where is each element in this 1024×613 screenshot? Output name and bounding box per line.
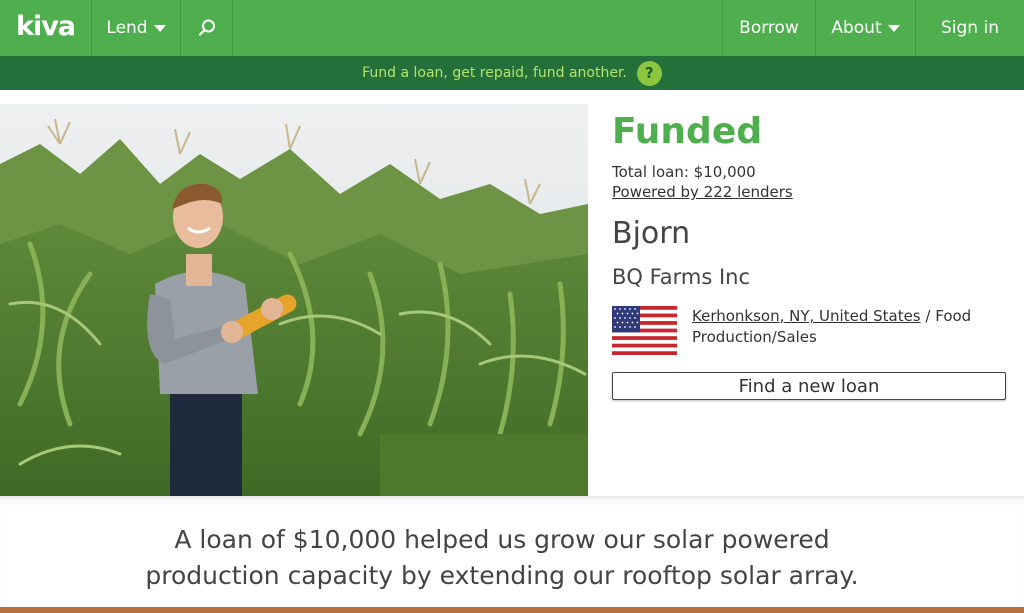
sign-in-link[interactable]: Sign in <box>916 0 1024 56</box>
location-sector: Kerhonkson, NY, United States / Food Pro… <box>692 306 971 348</box>
location-row: Kerhonkson, NY, United States / Food Pro… <box>612 306 1007 355</box>
total-loan: Total loan: $10,000 <box>612 163 756 181</box>
lend-label: Lend <box>106 18 148 38</box>
location-link[interactable]: Kerhonkson, NY, United States <box>692 307 921 325</box>
about-menu-button[interactable]: About <box>816 0 916 56</box>
banner-text: Fund a loan, get repaid, fund another. <box>362 65 627 81</box>
sector-text-line2: Production/Sales <box>692 328 817 346</box>
borrower-photo <box>0 104 588 496</box>
kiva-logo[interactable]: kiva <box>0 0 92 56</box>
us-flag-icon <box>612 306 677 355</box>
business-name: BQ Farms Inc <box>612 265 751 289</box>
borrower-name: Bjorn <box>612 216 691 251</box>
lenders-link[interactable]: Powered by 222 lenders <box>612 182 1007 202</box>
story-line-1: A loan of $10,000 helped us grow our sol… <box>174 525 830 554</box>
lend-menu-button[interactable]: Lend <box>92 0 181 56</box>
info-banner: Fund a loan, get repaid, fund another. ? <box>0 56 1024 90</box>
story-line-2: production capacity by extending our roo… <box>145 561 859 590</box>
help-button[interactable]: ? <box>636 60 662 86</box>
loan-status: Funded <box>612 111 763 152</box>
search-button[interactable] <box>181 0 233 56</box>
about-label: About <box>831 18 882 38</box>
photo-illustration <box>0 104 588 496</box>
loan-info-panel: Funded Total loan: $10,000 Powered by 22… <box>612 104 1007 400</box>
borrow-link[interactable]: Borrow <box>723 0 816 56</box>
search-icon <box>198 19 215 36</box>
loan-story: A loan of $10,000 helped us grow our sol… <box>100 522 904 594</box>
top-navigation: kiva Lend Borrow About Sign in <box>0 0 1024 56</box>
sector-text: / Food <box>920 307 972 325</box>
chevron-down-icon <box>887 24 900 32</box>
find-new-loan-button[interactable]: Find a new loan <box>612 372 1006 400</box>
bottom-image-strip <box>0 607 1024 613</box>
nav-spacer <box>233 0 723 56</box>
chevron-down-icon <box>153 24 166 32</box>
